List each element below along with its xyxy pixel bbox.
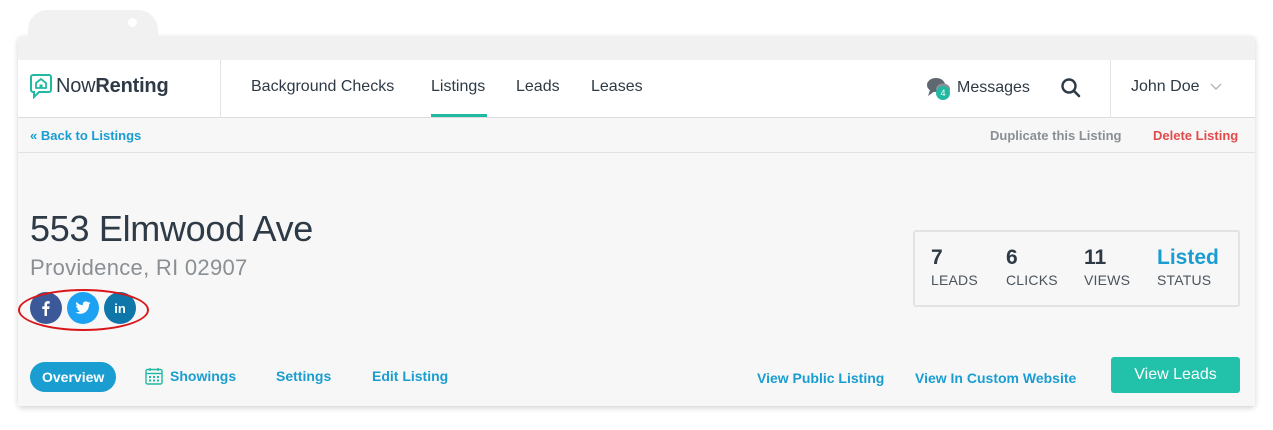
browser-tab-front [28,10,158,40]
stat-clicks: 6 CLICKS [1006,246,1058,290]
brand-name: NowRenting [56,74,169,97]
messages-button[interactable]: 4 Messages [926,76,1030,100]
tab-settings[interactable]: Settings [276,368,331,384]
brand-logo[interactable]: NowRenting [30,73,169,99]
linkedin-share-button[interactable]: in [104,292,136,324]
messages-count-badge: 4 [936,86,950,100]
social-share-buttons: in [30,292,141,324]
nav-listings[interactable]: Listings [431,78,485,96]
stat-clicks-value: 6 [1006,246,1018,269]
nav-divider [220,60,221,118]
listing-action-bar: « Back to Listings Duplicate this Listin… [18,118,1255,153]
linkedin-icon: in [114,300,126,316]
listing-city: Providence, RI 02907 [30,255,248,280]
chat-bubbles-icon: 4 [926,76,952,100]
app-viewport: NowRenting Background Checks Listings Le… [18,60,1255,406]
house-chat-icon [30,74,52,99]
view-custom-website-link[interactable]: View In Custom Website [915,370,1076,386]
stat-views: 11 VIEWS [1084,246,1130,290]
stat-clicks-label: CLICKS [1006,272,1058,288]
search-icon[interactable] [1060,77,1082,99]
back-to-listings-link[interactable]: « Back to Listings [30,128,141,143]
listing-stats-box: 7 LEADS 6 CLICKS 11 VIEWS Listed STATUS [913,230,1240,307]
tab-dot [128,18,137,27]
tab-overview[interactable]: Overview [30,362,117,392]
nav-background-checks[interactable]: Background Checks [251,78,394,96]
stat-views-label: VIEWS [1084,272,1131,288]
nav-leases[interactable]: Leases [591,78,643,96]
messages-label: Messages [957,79,1030,96]
stat-leads-value: 7 [931,246,943,269]
tab-edit-listing[interactable]: Edit Listing [372,368,448,384]
stat-leads: 7 LEADS [931,246,978,290]
twitter-share-button[interactable] [67,292,99,324]
nav-divider-user [1110,60,1111,118]
stat-status-label: STATUS [1157,272,1212,288]
stat-leads-label: LEADS [931,272,978,288]
top-navbar: NowRenting Background Checks Listings Le… [18,60,1255,118]
chevron-down-icon [1210,83,1221,90]
listing-address: 553 Elmwood Ave [30,208,314,249]
tab-showings[interactable]: Showings [170,368,236,384]
user-name: John Doe [1131,78,1200,95]
stat-status: Listed STATUS [1157,246,1219,290]
nav-active-indicator [431,114,487,117]
twitter-icon [75,301,91,314]
user-menu[interactable]: John Doe [1131,78,1222,96]
stat-views-value: 11 [1084,246,1107,269]
delete-listing-link[interactable]: Delete Listing [1153,128,1238,143]
calendar-icon [145,368,163,385]
view-public-listing-link[interactable]: View Public Listing [757,370,884,386]
facebook-share-button[interactable] [30,292,62,324]
duplicate-listing-link[interactable]: Duplicate this Listing [990,128,1121,143]
view-leads-button[interactable]: View Leads [1111,357,1240,393]
facebook-icon [42,301,50,316]
stat-status-value: Listed [1157,246,1219,269]
nav-leads[interactable]: Leads [516,78,560,96]
